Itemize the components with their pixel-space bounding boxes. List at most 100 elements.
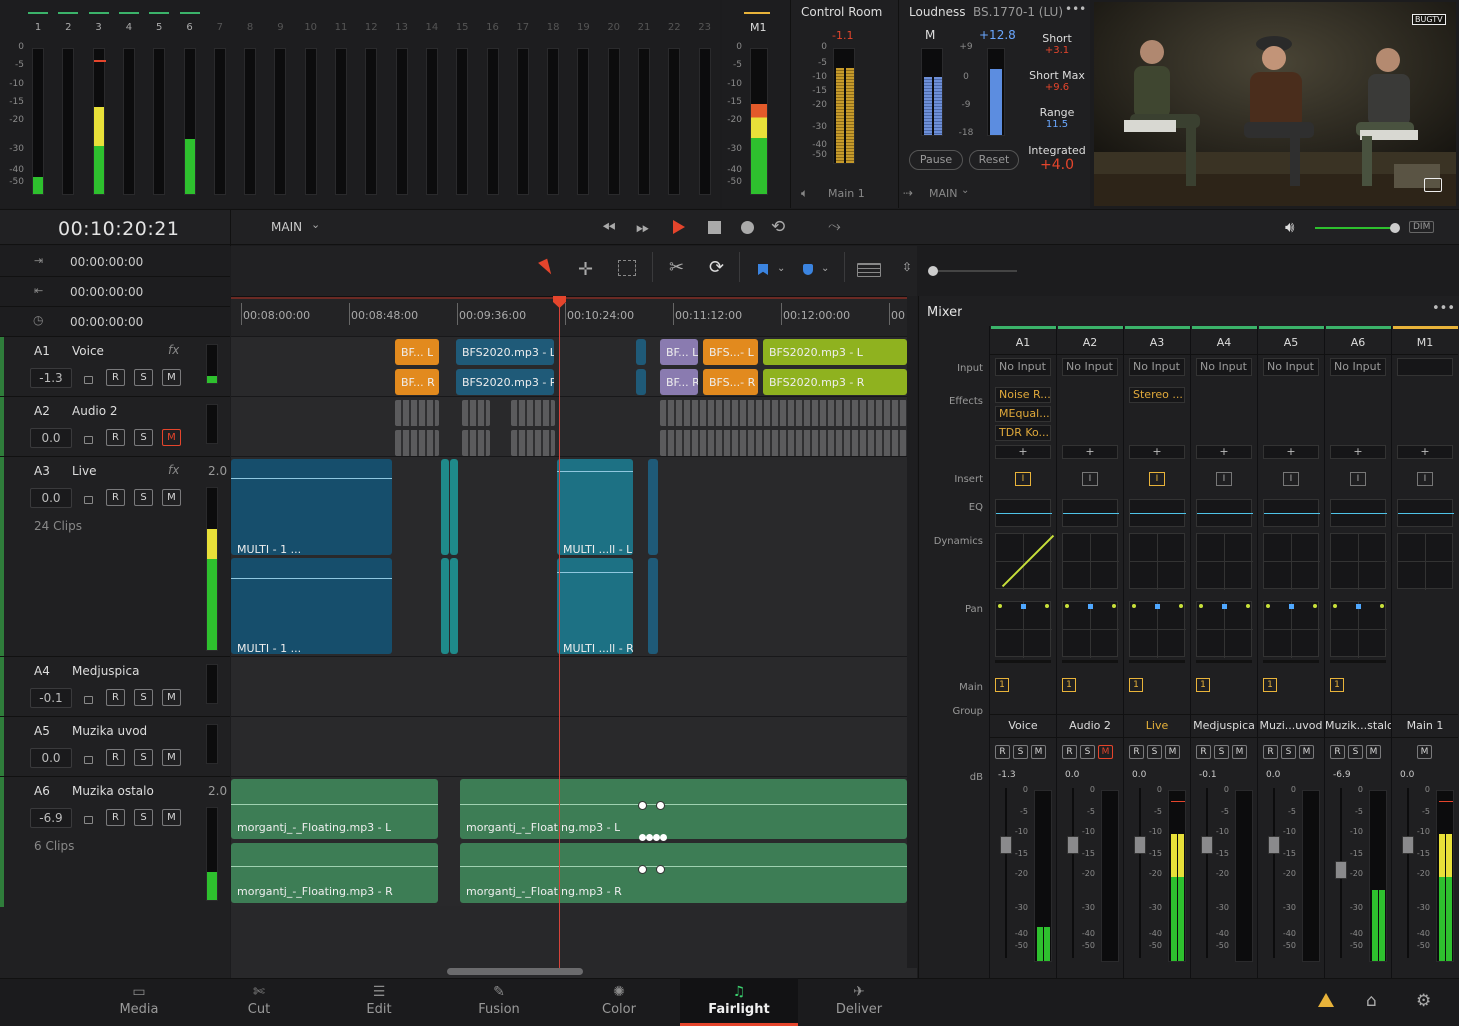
dynamics-thumbnail[interactable] bbox=[1062, 533, 1119, 590]
record-icon[interactable] bbox=[741, 221, 754, 234]
lock-icon[interactable] bbox=[84, 376, 93, 384]
main-bus-assign-button[interactable]: 1 bbox=[1330, 678, 1344, 692]
fade-point-handle[interactable] bbox=[639, 834, 646, 841]
audio-clip[interactable]: BF... L bbox=[660, 339, 698, 365]
fader-track[interactable] bbox=[1407, 788, 1409, 958]
track-name[interactable]: Live bbox=[72, 464, 97, 478]
solo-button[interactable]: S bbox=[134, 749, 153, 766]
stop-icon[interactable] bbox=[708, 221, 721, 234]
nav-deliver-button[interactable]: ✈ Deliver bbox=[800, 978, 918, 1026]
audio-clip-fragment[interactable] bbox=[395, 430, 439, 456]
mute-button[interactable]: M bbox=[1098, 745, 1113, 759]
mute-button[interactable]: M bbox=[1232, 745, 1247, 759]
track-level-field[interactable]: -6.9 bbox=[30, 808, 72, 828]
mixer-input-select[interactable]: No Input bbox=[1263, 358, 1319, 376]
timecode-display[interactable]: 00:10:20:21 bbox=[58, 218, 179, 240]
vertical-scrollbar[interactable] bbox=[907, 296, 917, 968]
solo-button[interactable]: S bbox=[1281, 745, 1296, 759]
eq-thumbnail[interactable] bbox=[1062, 499, 1119, 527]
fader-handle[interactable] bbox=[1335, 861, 1347, 879]
mixer-input-select[interactable]: No Input bbox=[1330, 358, 1386, 376]
mixer-channel-name[interactable]: Muzik...stalo bbox=[1325, 719, 1391, 732]
audio-clip-fragment[interactable] bbox=[660, 430, 907, 456]
mixer-effect-slot[interactable]: Stereo ... bbox=[1129, 387, 1185, 403]
track-level-field[interactable]: -1.3 bbox=[30, 368, 72, 388]
fade-keyframe-handle[interactable] bbox=[638, 801, 647, 810]
loudness-output[interactable]: MAIN bbox=[929, 187, 958, 200]
home-icon[interactable]: ⌂ bbox=[1366, 991, 1377, 1011]
solo-button[interactable]: S bbox=[134, 369, 153, 386]
audio-clip[interactable]: morgantj_-_Floating.mp3 - R bbox=[231, 843, 438, 903]
audio-clip[interactable]: morgantj_-_Floating.mp3 - R bbox=[460, 843, 907, 903]
audio-clip-fragment[interactable] bbox=[395, 400, 439, 426]
eq-thumbnail[interactable] bbox=[1397, 499, 1454, 527]
track-fx-indicator[interactable]: fx bbox=[168, 343, 179, 357]
audio-clip-fragment[interactable] bbox=[511, 430, 555, 456]
audio-clip[interactable] bbox=[441, 558, 449, 654]
loudness-menu-icon[interactable]: ••• bbox=[1065, 2, 1086, 16]
main-bus-assign-button[interactable]: 1 bbox=[995, 678, 1009, 692]
audio-clip[interactable]: BF... R bbox=[395, 369, 439, 395]
nav-fusion-button[interactable]: ✎ Fusion bbox=[440, 978, 558, 1026]
main-bus-assign-button[interactable]: 1 bbox=[1263, 678, 1277, 692]
mute-button[interactable]: M bbox=[1165, 745, 1180, 759]
record-arm-button[interactable]: R bbox=[1062, 745, 1077, 759]
audio-clip-fragment[interactable] bbox=[511, 400, 555, 426]
add-effect-button[interactable]: + bbox=[995, 445, 1051, 459]
mixer-input-select[interactable]: No Input bbox=[995, 358, 1051, 376]
mixer-channel-name[interactable]: Muzi...uvod bbox=[1258, 719, 1324, 732]
pan-thumbnail[interactable] bbox=[1129, 601, 1186, 658]
audio-clip[interactable] bbox=[636, 339, 646, 365]
solo-button[interactable]: S bbox=[134, 489, 153, 506]
track-fx-indicator[interactable]: fx bbox=[168, 463, 179, 477]
track-level-field[interactable]: -0.1 bbox=[30, 688, 72, 708]
fade-point-handle[interactable] bbox=[660, 834, 667, 841]
track-name[interactable]: Audio 2 bbox=[72, 404, 118, 418]
audio-clip[interactable] bbox=[450, 459, 458, 555]
fader-track[interactable] bbox=[1072, 788, 1074, 958]
insert-toggle-button[interactable]: I bbox=[1149, 472, 1165, 486]
pan-thumbnail[interactable] bbox=[1196, 601, 1253, 658]
audio-clip[interactable]: MULTI - 1 ... bbox=[231, 558, 392, 654]
eq-thumbnail[interactable] bbox=[1196, 499, 1253, 527]
monitor-volume-slider[interactable] bbox=[1315, 227, 1395, 229]
eq-thumbnail[interactable] bbox=[1330, 499, 1387, 527]
edit-selection-icon[interactable] bbox=[618, 260, 636, 276]
mute-button[interactable]: M bbox=[1417, 745, 1432, 759]
main-bus-assign-button[interactable]: 1 bbox=[1196, 678, 1210, 692]
fade-keyframe-handle[interactable] bbox=[656, 801, 665, 810]
record-arm-button[interactable]: R bbox=[1263, 745, 1278, 759]
record-arm-button[interactable]: R bbox=[1330, 745, 1345, 759]
eq-thumbnail[interactable] bbox=[1129, 499, 1186, 527]
lock-icon[interactable] bbox=[84, 696, 93, 704]
nav-media-button[interactable]: ▭ Media bbox=[80, 978, 198, 1026]
insert-toggle-button[interactable]: I bbox=[1417, 472, 1433, 486]
horizontal-zoom-handle[interactable] bbox=[928, 266, 938, 276]
audio-clip[interactable]: BFS...- L bbox=[703, 339, 758, 365]
record-arm-button[interactable]: R bbox=[1196, 745, 1211, 759]
record-arm-button[interactable]: R bbox=[1129, 745, 1144, 759]
dynamics-thumbnail[interactable] bbox=[995, 533, 1055, 590]
snapping-icon[interactable]: ⟳ bbox=[709, 257, 724, 278]
audio-clip[interactable]: MULTI - 1 ... bbox=[231, 459, 392, 555]
track-level-field[interactable]: 0.0 bbox=[30, 428, 72, 448]
dynamics-thumbnail[interactable] bbox=[1397, 533, 1454, 590]
loop-icon[interactable]: ⟲ bbox=[771, 217, 785, 237]
insert-toggle-button[interactable]: I bbox=[1216, 472, 1232, 486]
mixer-channel-name[interactable]: Main 1 bbox=[1392, 719, 1458, 732]
fader-handle[interactable] bbox=[1134, 836, 1146, 854]
record-arm-button[interactable]: R bbox=[106, 369, 125, 386]
track-header-a4[interactable]: A4 Medjuspica -0.1 R S M bbox=[0, 656, 230, 717]
track-name[interactable]: Muzika uvod bbox=[72, 724, 147, 738]
audio-clip-fragment[interactable] bbox=[462, 400, 490, 426]
chevron-down-icon[interactable]: ⌄ bbox=[821, 263, 829, 274]
mixer-effect-slot[interactable]: TDR Ko... bbox=[995, 425, 1051, 441]
audio-clip[interactable] bbox=[441, 459, 449, 555]
mute-button[interactable]: M bbox=[162, 489, 181, 506]
add-effect-button[interactable]: + bbox=[1129, 445, 1185, 459]
track-lane[interactable] bbox=[231, 656, 907, 716]
mute-button[interactable]: M bbox=[162, 369, 181, 386]
mute-button[interactable]: M bbox=[162, 749, 181, 766]
mixer-input-select[interactable]: No Input bbox=[1129, 358, 1185, 376]
mute-button[interactable]: M bbox=[1366, 745, 1381, 759]
